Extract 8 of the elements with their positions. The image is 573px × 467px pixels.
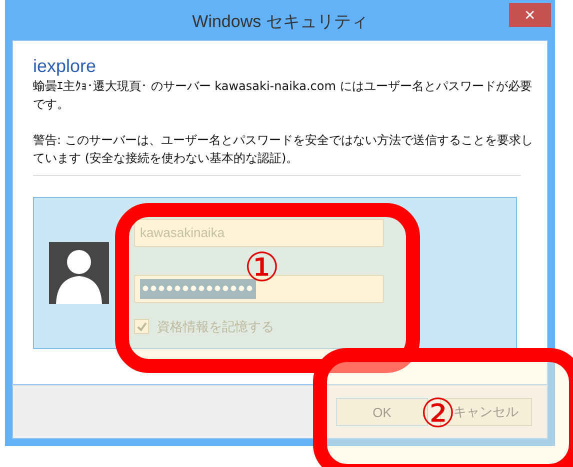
warning-text: 警告: このサーバーは、ユーザー名とパスワードを安全ではない方法で送信することを要求しています (安全な接続を使わない基本的な認証)。 — [33, 132, 533, 167]
remember-checkbox[interactable] — [134, 319, 149, 334]
remember-label: 資格情報を記憶する — [157, 318, 274, 336]
close-button[interactable]: ✕ — [509, 3, 551, 27]
window-title: Windows セキュリティ — [192, 10, 368, 32]
message-text: 蝓曇ｴ主ｸｮ･遷大現頁･ のサーバー kawasaki-naika.com にはユーザー名とパスワードが必要です。 — [33, 78, 533, 113]
user-icon — [49, 242, 109, 304]
app-name: iexplore — [33, 55, 98, 77]
